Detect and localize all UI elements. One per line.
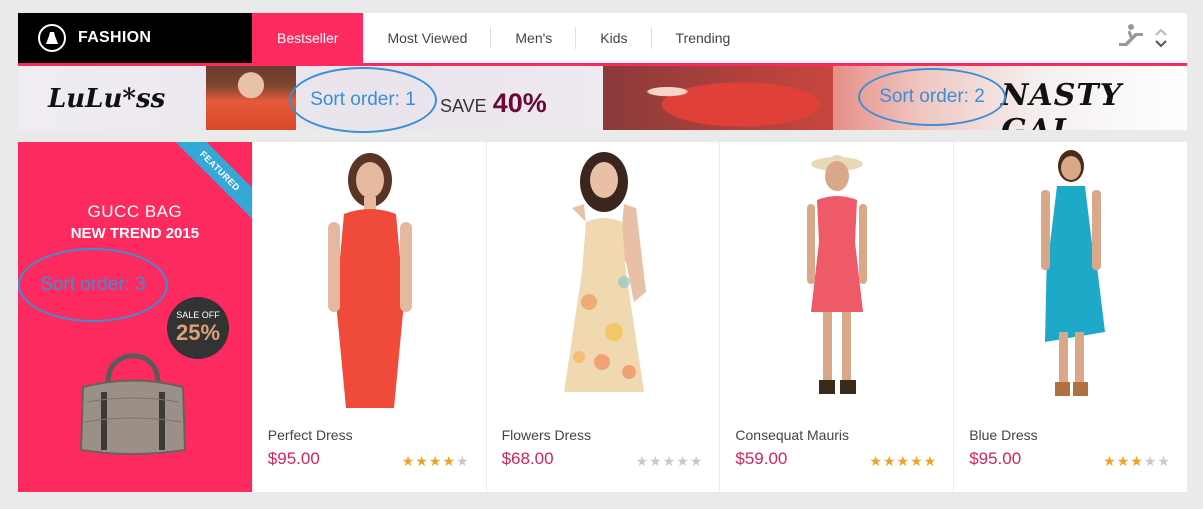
lulus-logo: LuLu*ss	[48, 84, 166, 114]
product-price: $68.00	[501, 449, 554, 468]
nasty-gal-logo: NASTY GAL	[1001, 78, 1123, 130]
product-grid: FEATURED GUCC BAG NEW TREND 2015 SALE OF…	[18, 142, 1187, 492]
chevron-up-icon[interactable]	[1155, 28, 1167, 36]
promo-subtitle: NEW TREND 2015	[70, 225, 200, 242]
product-name[interactable]: Consequat Mauris	[735, 427, 849, 443]
product-image[interactable]	[954, 142, 1188, 417]
star-filled-icon: ★	[1130, 453, 1144, 469]
star-filled-icon: ★	[442, 453, 457, 469]
banner-model-image	[603, 66, 833, 130]
star-filled-icon: ★	[910, 453, 924, 469]
sort-order-annotation-1: Sort order: 1	[289, 67, 437, 133]
tab-label: Men's	[515, 30, 553, 46]
star-empty-icon: ★	[662, 453, 677, 469]
tab-scroll-arrows	[1155, 28, 1167, 48]
star-filled-icon: ★	[896, 453, 911, 469]
product-card[interactable]: Consequat Mauris $59.00 ★★★★★	[719, 142, 954, 492]
sort-order-annotation-3: Sort order: 3	[18, 248, 168, 322]
star-empty-icon: ★	[649, 453, 663, 469]
rating-stars: ★★★★★	[869, 453, 937, 470]
tab-label: Trending	[675, 30, 731, 46]
annotation-text: Sort order: 1	[310, 89, 416, 110]
product-price: $95.00	[969, 449, 1022, 468]
star-filled-icon: ★	[401, 453, 416, 469]
banner-save-text: SAVE 40%	[440, 88, 547, 119]
star-filled-icon: ★	[1116, 453, 1131, 469]
star-empty-icon: ★	[676, 453, 690, 469]
handbag-image	[79, 353, 187, 455]
chevron-down-icon[interactable]	[1155, 39, 1167, 48]
rating-stars: ★★★★★	[402, 453, 470, 470]
product-image[interactable]	[253, 142, 487, 417]
shirt-icon	[38, 24, 66, 52]
product-price: $95.00	[267, 449, 320, 468]
sort-order-annotation-2: Sort order: 2	[858, 68, 1006, 126]
save-label: SAVE	[440, 96, 487, 116]
tab-most-viewed[interactable]: Most Viewed	[363, 13, 492, 63]
star-empty-icon: ★	[1143, 453, 1158, 469]
featured-promo[interactable]: FEATURED GUCC BAG NEW TREND 2015 SALE OF…	[18, 142, 252, 492]
star-filled-icon: ★	[882, 453, 897, 469]
product-price: $59.00	[735, 449, 788, 468]
tab-label: Most Viewed	[387, 30, 468, 46]
rating-stars: ★★★★★	[1103, 453, 1171, 470]
brand-name: FASHION	[78, 29, 152, 46]
banner-row: LuLu*ss SAVE40% NASTY GAL	[18, 66, 1187, 130]
tab-bestseller[interactable]: Bestseller	[252, 13, 364, 63]
annotation-text: Sort order: 2	[879, 86, 985, 107]
star-filled-icon: ★	[869, 453, 883, 469]
star-empty-icon: ★	[1157, 453, 1171, 469]
product-name[interactable]: Blue Dress	[969, 427, 1037, 443]
banner-model-image	[206, 66, 296, 130]
tab-kids[interactable]: Kids	[576, 13, 652, 63]
product-name[interactable]: Perfect Dress	[268, 427, 353, 443]
product-card[interactable]: Flowers Dress $68.00 ★★★★★	[485, 142, 721, 492]
tab-mens[interactable]: Men's	[491, 13, 577, 63]
product-name[interactable]: Flowers Dress	[502, 427, 591, 443]
star-filled-icon: ★	[1103, 453, 1117, 469]
star-filled-icon: ★	[428, 453, 443, 469]
tab-label: Bestseller	[277, 30, 339, 46]
brand[interactable]: FASHION	[18, 13, 252, 63]
tab-trending[interactable]: Trending	[652, 13, 755, 63]
star-filled-icon: ★	[415, 453, 429, 469]
star-filled-icon: ★	[923, 453, 938, 469]
star-empty-icon: ★	[456, 453, 470, 469]
rating-stars: ★★★★★	[636, 453, 704, 470]
tab-label: Kids	[600, 30, 628, 46]
star-empty-icon: ★	[689, 453, 704, 469]
tab-tools	[1117, 23, 1167, 52]
star-empty-icon: ★	[635, 453, 650, 469]
product-card[interactable]: Blue Dress $95.00 ★★★★★	[953, 142, 1187, 492]
annotation-text: Sort order: 3	[40, 274, 146, 295]
sale-label: SALE OFF	[176, 310, 220, 320]
product-image[interactable]	[720, 142, 954, 417]
save-value: 40%	[492, 88, 547, 118]
top-navigation: FASHION Bestseller Most Viewed Men's Kid…	[18, 13, 1187, 63]
escalator-icon[interactable]	[1117, 23, 1145, 52]
product-image[interactable]	[487, 142, 721, 417]
promo-title: GUCC BAG	[87, 202, 183, 221]
product-card[interactable]: Perfect Dress $95.00 ★★★★★	[251, 142, 487, 492]
